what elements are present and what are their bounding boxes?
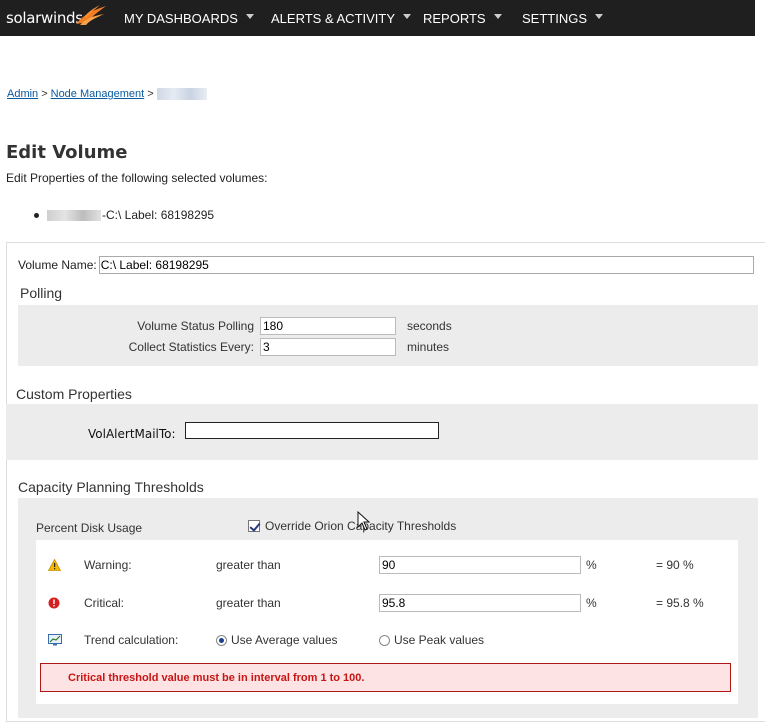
collect-statistics-label: Collect Statistics Every: xyxy=(128,340,254,354)
volume-name-label: Volume Name: xyxy=(18,258,97,272)
mouse-cursor-icon xyxy=(357,511,371,531)
override-thresholds-checkbox[interactable] xyxy=(248,520,260,532)
vol-alert-mail-to-input[interactable] xyxy=(185,422,439,439)
volume-status-polling-input[interactable] xyxy=(260,317,396,335)
breadcrumb-separator: > xyxy=(147,88,154,100)
minutes-unit: minutes xyxy=(407,340,450,354)
page-subtitle: Edit Properties of the following selecte… xyxy=(6,171,268,185)
nav-settings-label: SETTINGS xyxy=(522,10,588,26)
warning-unit: % xyxy=(586,558,597,572)
chevron-down-icon xyxy=(245,13,254,19)
volume-name-input[interactable] xyxy=(98,256,754,274)
collect-statistics-input[interactable] xyxy=(260,338,396,356)
warning-triangle-icon xyxy=(48,559,61,571)
selected-volume-name: -C:\ Label: 68198295 xyxy=(102,208,215,222)
use-average-values-option[interactable]: Use Average values xyxy=(216,633,338,647)
breadcrumb-redacted-node[interactable] xyxy=(156,88,207,100)
page-title: Edit Volume xyxy=(6,142,128,163)
warning-threshold-input[interactable] xyxy=(379,556,581,574)
use-peak-values-option[interactable]: Use Peak values xyxy=(379,633,484,647)
nav-alerts-activity-label: ALERTS & ACTIVITY xyxy=(271,10,396,26)
chevron-down-icon xyxy=(493,13,502,19)
nav-reports-label: REPORTS xyxy=(423,10,486,26)
use-peak-values-radio[interactable] xyxy=(379,634,390,646)
warning-threshold-row: Warning: greater than % = 90 % xyxy=(36,554,738,576)
critical-threshold-input[interactable] xyxy=(379,594,581,612)
critical-label: Critical: xyxy=(84,596,125,610)
breadcrumb-node-management-link[interactable]: Node Management xyxy=(51,88,145,100)
use-peak-values-label: Use Peak values xyxy=(394,633,485,647)
logo-flame-icon xyxy=(76,5,106,25)
critical-comparison: greater than xyxy=(216,596,281,610)
nav-my-dashboards-label: MY DASHBOARDS xyxy=(124,10,238,26)
warning-comparison: greater than xyxy=(216,558,281,572)
vol-alert-mail-to-label: VolAlertMailTo: xyxy=(88,427,176,441)
redacted-node-name xyxy=(47,209,101,221)
breadcrumb-admin-link[interactable]: Admin xyxy=(7,88,38,100)
seconds-unit: seconds xyxy=(407,319,452,333)
chevron-down-icon xyxy=(403,13,412,19)
use-average-values-label: Use Average values xyxy=(231,633,338,647)
selected-volumes-list: -C:\ Label: 68198295 xyxy=(34,208,214,222)
critical-result: = 95.8 % xyxy=(656,596,704,610)
use-average-values-radio[interactable] xyxy=(216,634,227,646)
trend-calculation-row: Trend calculation: Use Average values Us… xyxy=(36,629,738,651)
polling-box xyxy=(18,305,758,366)
override-thresholds-option[interactable]: Override Orion Capacity Thresholds xyxy=(248,519,456,533)
chevron-down-icon xyxy=(595,13,604,19)
volume-status-polling-label: Volume Status Polling xyxy=(137,319,254,333)
critical-unit: % xyxy=(586,596,597,610)
critical-threshold-row: Critical: greater than % = 95.8 % xyxy=(36,592,738,614)
percent-disk-usage-label: Percent Disk Usage xyxy=(36,521,143,535)
logo-text: solarwinds xyxy=(6,9,83,27)
volume-status-polling-row: Volume Status Polling seconds xyxy=(0,317,452,335)
custom-properties-title: Custom Properties xyxy=(16,386,132,402)
volume-name-row: Volume Name: xyxy=(18,256,754,274)
warning-label: Warning: xyxy=(84,558,132,572)
critical-circle-icon xyxy=(48,597,60,609)
list-bullet xyxy=(34,212,39,218)
breadcrumb: Admin > Node Management > xyxy=(7,88,207,100)
solarwinds-logo[interactable]: solarwinds xyxy=(6,5,106,30)
top-nav-bar: solarwinds MY DASHBOARDS ALERTS & ACTIVI… xyxy=(0,0,755,36)
trend-chart-icon xyxy=(48,634,62,646)
capacity-planning-title: Capacity Planning Thresholds xyxy=(18,479,204,495)
breadcrumb-separator: > xyxy=(41,88,48,100)
nav-my-dashboards[interactable]: MY DASHBOARDS xyxy=(124,0,254,36)
trend-calculation-label: Trend calculation: xyxy=(84,633,179,647)
collect-statistics-row: Collect Statistics Every: minutes xyxy=(0,338,449,356)
polling-section-title: Polling xyxy=(20,285,63,301)
nav-settings[interactable]: SETTINGS xyxy=(522,0,604,36)
nav-alerts-activity[interactable]: ALERTS & ACTIVITY xyxy=(271,0,412,36)
nav-reports[interactable]: REPORTS xyxy=(423,0,502,36)
validation-error-message: Critical threshold value must be in inte… xyxy=(40,663,731,692)
warning-result: = 90 % xyxy=(656,558,694,572)
